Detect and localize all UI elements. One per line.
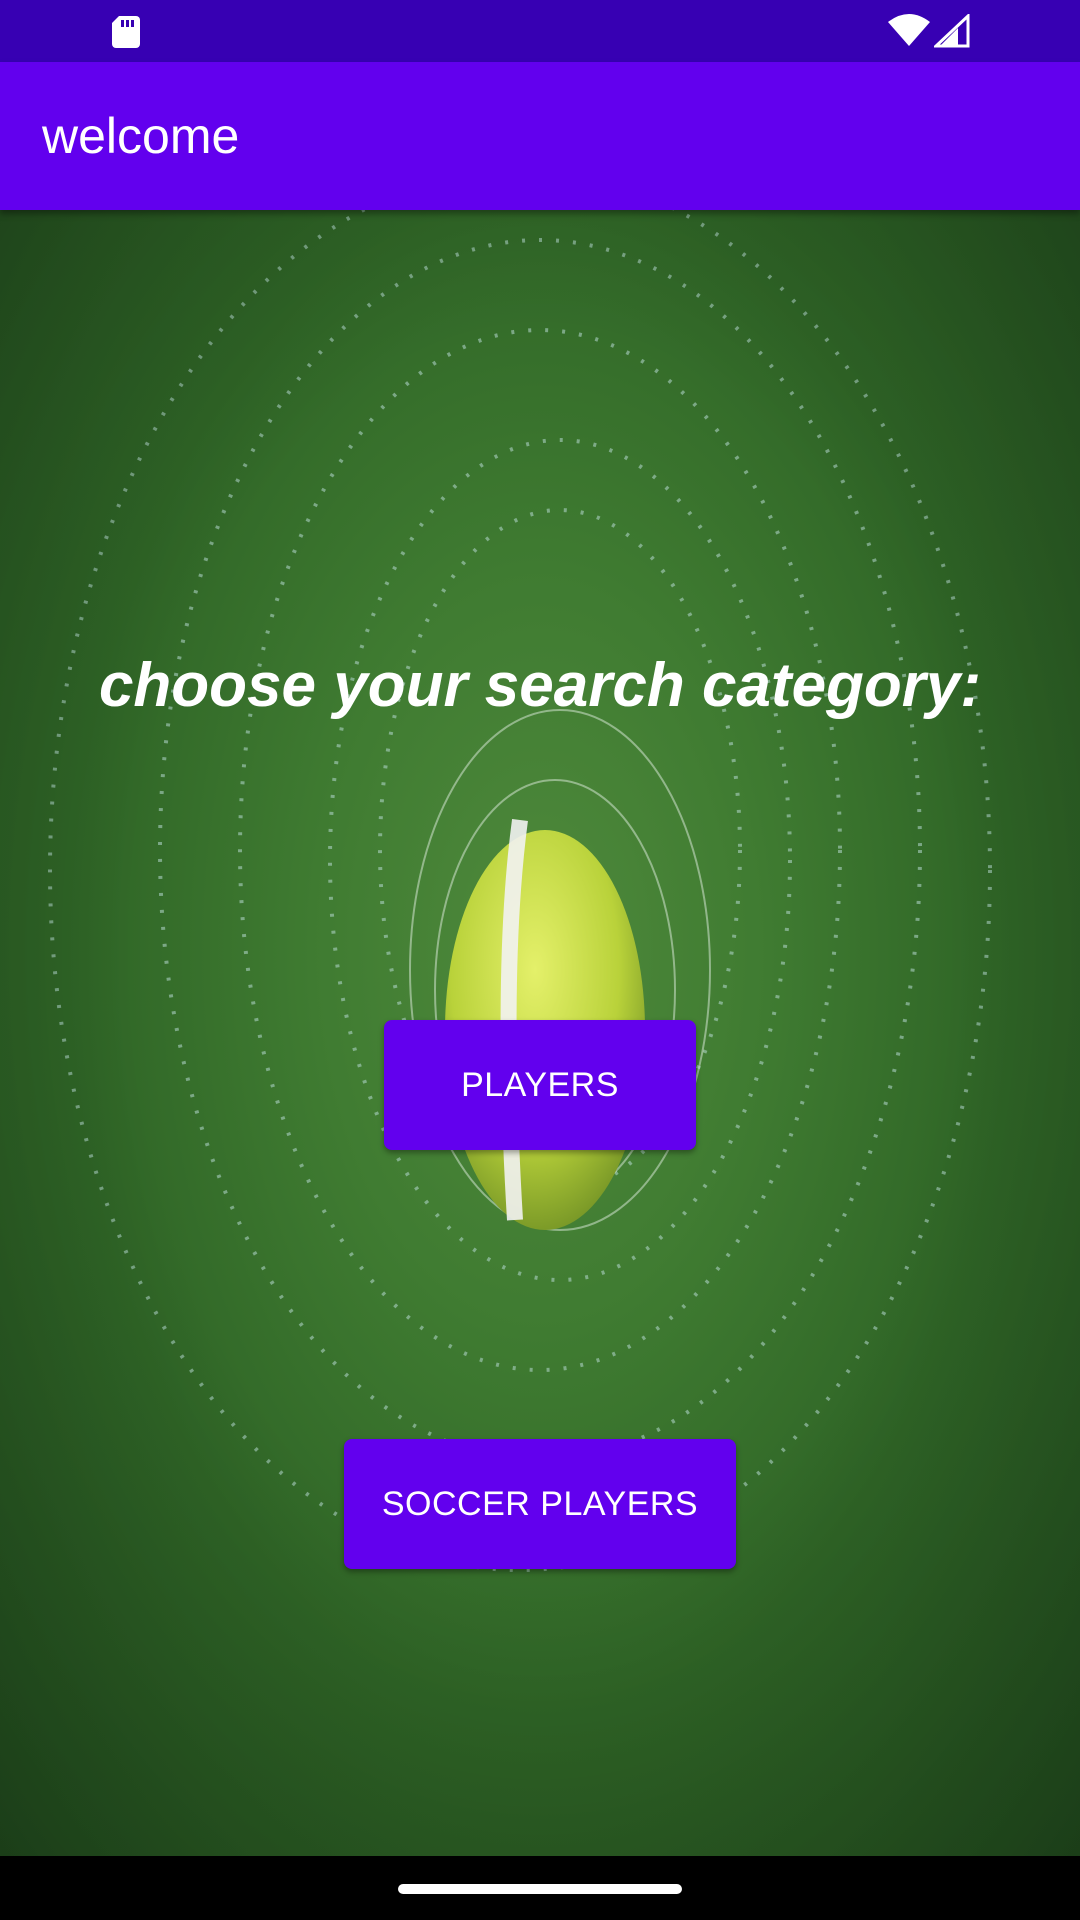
category-heading: choose your search category: <box>98 651 982 720</box>
home-indicator[interactable] <box>398 1884 682 1894</box>
soccer-players-button[interactable]: SOCCER PLAYERS <box>344 1439 736 1569</box>
app-screen: welcome choose your search category: PLA… <box>0 0 1080 1920</box>
app-title: welcome <box>42 108 240 164</box>
cell-signal-icon <box>934 14 970 48</box>
sd-card-icon <box>112 16 140 48</box>
main-content: choose your search category: PLAYERS SOC… <box>0 210 1080 1856</box>
wifi-icon <box>888 14 930 46</box>
app-bar: welcome <box>0 62 1080 210</box>
players-button[interactable]: PLAYERS <box>384 1020 696 1150</box>
status-bar <box>0 0 1080 62</box>
navigation-bar <box>0 1856 1080 1920</box>
